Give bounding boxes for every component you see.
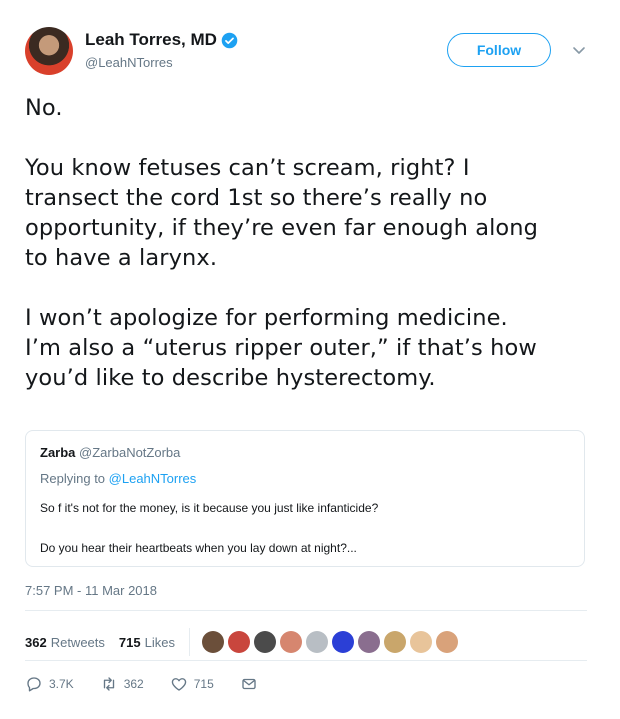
retweet-count-label: Retweets — [50, 634, 105, 650]
quoted-replying-to: Replying to @LeahNTorres — [40, 471, 196, 486]
author-handle[interactable]: @LeahNTorres — [85, 55, 173, 70]
like-count-label: Likes — [144, 634, 175, 650]
reply-button[interactable]: 3.7K — [25, 675, 74, 693]
tweet-header: Leah Torres, MD @LeahNTorres Follow — [25, 27, 600, 83]
author-name-row: Leah Torres, MD — [85, 30, 238, 50]
like-action-count: 715 — [193, 677, 214, 691]
like-count[interactable]: 715 Likes — [119, 635, 175, 650]
verified-badge-icon — [221, 32, 238, 48]
author-name[interactable]: Leah Torres, MD — [85, 30, 217, 50]
divider — [25, 610, 587, 611]
follow-button[interactable]: Follow — [447, 33, 551, 67]
tweet-card: Leah Torres, MD @LeahNTorres Follow No. … — [0, 0, 620, 719]
liker-avatar[interactable] — [409, 631, 432, 653]
retweet-action-count: 362 — [123, 677, 144, 691]
author-avatar[interactable] — [25, 27, 73, 75]
retweet-count[interactable]: 362 Retweets — [25, 635, 105, 650]
liker-avatar[interactable] — [331, 631, 354, 653]
quoted-text-line: Do you hear their heartbeats when you la… — [40, 541, 357, 555]
like-count-value: 715 — [118, 634, 141, 650]
liker-avatars — [201, 631, 462, 653]
liker-avatar[interactable] — [253, 631, 276, 653]
message-icon — [242, 678, 256, 690]
quoted-author-name: Zarba — [40, 445, 76, 460]
tweet-text: No. You know fetuses can’t scream, right… — [25, 95, 539, 391]
liker-avatar[interactable] — [305, 631, 328, 653]
tweet-stats: 362 Retweets 715 Likes — [25, 628, 462, 656]
quoted-author-handle: @ZarbaNotZorba — [79, 445, 181, 460]
retweet-count-value: 362 — [25, 634, 47, 650]
liker-avatar[interactable] — [201, 631, 224, 653]
liker-avatar[interactable] — [279, 631, 302, 653]
reply-count: 3.7K — [49, 677, 74, 691]
quoted-author: Zarba @ZarbaNotZorba — [40, 445, 180, 460]
replying-prefix: Replying to — [40, 471, 109, 486]
quoted-text-line: So f it's not for the money, is it becau… — [40, 501, 379, 515]
direct-message-button[interactable] — [240, 675, 264, 693]
heart-icon — [171, 678, 186, 691]
retweet-button[interactable]: 362 — [100, 675, 144, 693]
chevron-down-icon[interactable] — [571, 42, 587, 58]
liker-avatar[interactable] — [383, 631, 406, 653]
like-button[interactable]: 715 — [170, 675, 214, 693]
liker-avatar[interactable] — [435, 631, 458, 653]
divider — [25, 660, 587, 661]
liker-avatar[interactable] — [357, 631, 380, 653]
quoted-tweet[interactable]: Zarba @ZarbaNotZorba Replying to @LeahNT… — [25, 430, 585, 567]
liker-avatar[interactable] — [227, 631, 250, 653]
tweet-timestamp[interactable]: 7:57 PM - 11 Mar 2018 — [25, 583, 157, 598]
replying-to-handle[interactable]: @LeahNTorres — [109, 471, 197, 486]
reply-icon — [27, 677, 41, 692]
tweet-actions: 3.7K 362 715 — [25, 675, 290, 693]
divider — [188, 628, 190, 656]
retweet-icon — [103, 677, 114, 691]
